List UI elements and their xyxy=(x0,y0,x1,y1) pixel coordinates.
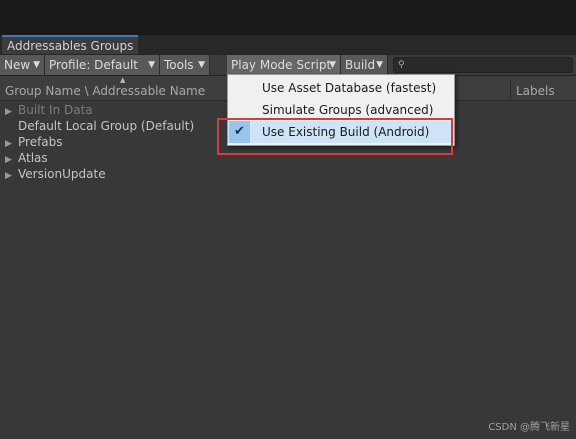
profile-dropdown[interactable]: Profile: Default ▼ xyxy=(45,55,160,75)
tree-row-versionupdate[interactable]: ▶ VersionUpdate xyxy=(5,166,106,182)
menu-item-simulate-groups[interactable]: Simulate Groups (advanced) xyxy=(228,99,454,121)
tools-button[interactable]: Tools ▼ xyxy=(160,55,210,75)
sort-arrow-icon[interactable]: ▲ xyxy=(120,76,125,84)
tree-row-prefabs[interactable]: ▶ Prefabs xyxy=(5,134,63,150)
expand-arrow-icon[interactable]: ▶ xyxy=(5,168,18,184)
build-button[interactable]: Build ▼ xyxy=(341,55,388,75)
search-input[interactable]: ⚲ xyxy=(393,57,573,73)
column-divider[interactable] xyxy=(510,79,511,99)
checkmark-icon: ✔ xyxy=(229,121,250,143)
menu-item-label: Use Existing Build (Android) xyxy=(262,125,430,139)
build-label: Build xyxy=(345,58,376,72)
column-group-name[interactable]: Group Name \ Addressable Name xyxy=(5,84,205,98)
tree-row-built-in-data[interactable]: ▶ Built In Data xyxy=(5,102,93,118)
dropdown-arrow-icon: ▼ xyxy=(376,60,383,70)
play-mode-script-button[interactable]: Play Mode Script ▼ xyxy=(227,55,341,75)
play-mode-dropdown-menu: Use Asset Database (fastest) Simulate Gr… xyxy=(227,74,455,146)
profile-label: Profile: Default xyxy=(49,58,139,72)
menu-item-use-existing-build[interactable]: ✔ Use Existing Build (Android) xyxy=(228,121,454,143)
tree-row-label: VersionUpdate xyxy=(18,167,106,181)
play-mode-label: Play Mode Script xyxy=(231,58,332,72)
tools-label: Tools xyxy=(164,58,194,72)
menu-item-label: Use Asset Database (fastest) xyxy=(262,81,437,95)
tree-row-label: Atlas xyxy=(18,151,48,165)
watermark: CSDN @腾飞新星 xyxy=(488,422,570,433)
dropdown-arrow-icon: ▼ xyxy=(198,60,205,70)
menu-item-label: Simulate Groups (advanced) xyxy=(262,103,434,117)
new-button[interactable]: New ▼ xyxy=(0,55,45,75)
dropdown-arrow-icon: ▼ xyxy=(148,60,155,70)
window-top-strip xyxy=(0,0,576,35)
search-icon: ⚲ xyxy=(398,60,405,70)
tree-row-label: Default Local Group (Default) xyxy=(18,119,195,133)
tree-row-label: Built In Data xyxy=(18,103,93,117)
menu-item-use-asset-database[interactable]: Use Asset Database (fastest) xyxy=(228,77,454,99)
new-button-label: New xyxy=(4,58,31,72)
column-labels[interactable]: Labels xyxy=(516,84,555,98)
tab-addressables-groups[interactable]: Addressables Groups xyxy=(2,35,138,54)
tree-row-atlas[interactable]: ▶ Atlas xyxy=(5,150,48,166)
dropdown-arrow-icon: ▼ xyxy=(329,60,336,70)
dropdown-arrow-icon: ▼ xyxy=(33,60,40,70)
tab-title: Addressables Groups xyxy=(7,39,134,53)
tree-row-default-local-group[interactable]: Default Local Group (Default) xyxy=(5,118,194,134)
tree-row-label: Prefabs xyxy=(18,135,63,149)
